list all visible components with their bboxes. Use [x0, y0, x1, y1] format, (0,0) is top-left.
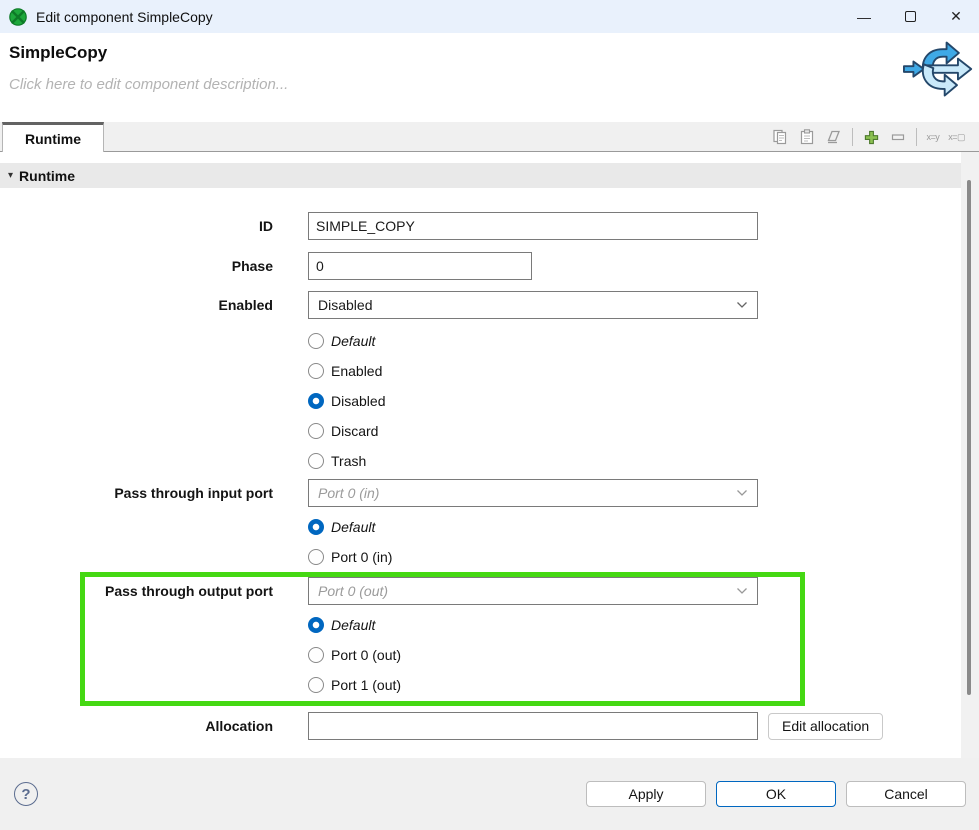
- output-port-label: Pass through output port: [85, 583, 273, 599]
- output-port-option-default[interactable]: Default: [308, 610, 800, 640]
- id-label: ID: [0, 218, 273, 234]
- radio-label[interactable]: Port 0 (out): [331, 647, 401, 663]
- radio-selected-icon[interactable]: [308, 617, 324, 633]
- input-port-dropdown[interactable]: Port 0 (in): [308, 479, 758, 507]
- radio-label[interactable]: Port 0 (in): [331, 549, 392, 565]
- radio-label[interactable]: Disabled: [331, 393, 385, 409]
- edit-component-dialog: Edit component SimpleCopy — ✕ SimpleCopy…: [0, 0, 979, 830]
- remove-icon[interactable]: [889, 128, 907, 146]
- enabled-option-enabled[interactable]: Enabled: [308, 356, 979, 386]
- allocation-input[interactable]: [308, 712, 758, 740]
- close-button[interactable]: ✕: [933, 0, 979, 33]
- close-icon: ✕: [950, 8, 962, 25]
- chevron-down-icon: [736, 489, 748, 497]
- chevron-down-icon: [736, 301, 748, 309]
- vertical-scrollbar[interactable]: [961, 152, 979, 758]
- section-runtime-header[interactable]: ▾ Runtime: [0, 163, 961, 188]
- spacer: [0, 152, 979, 163]
- input-port-dropdown-value: Port 0 (in): [318, 485, 379, 501]
- enabled-option-discard[interactable]: Discard: [308, 416, 979, 446]
- collapse-arrow-icon: ▾: [8, 170, 13, 181]
- chevron-down-icon: [736, 587, 748, 595]
- enabled-dropdown[interactable]: Disabled: [308, 291, 758, 319]
- phase-row: Phase: [0, 252, 979, 280]
- phase-label: Phase: [0, 258, 273, 274]
- apply-button[interactable]: Apply: [586, 781, 706, 807]
- allocation-label: Allocation: [0, 718, 273, 734]
- component-description-placeholder[interactable]: Click here to edit component description…: [9, 76, 979, 93]
- titlebar: Edit component SimpleCopy — ✕: [0, 0, 979, 33]
- properties-toolbar: x=y x=▢: [771, 128, 979, 151]
- radio-label[interactable]: Trash: [331, 453, 366, 469]
- open-value-editor-label: x=▢: [948, 132, 965, 143]
- radio-icon[interactable]: [308, 453, 324, 469]
- tab-runtime-label: Runtime: [25, 131, 81, 147]
- toolbar-separator: [916, 128, 917, 146]
- tab-bar: Runtime x=y x=▢: [0, 122, 979, 152]
- radio-selected-icon[interactable]: [308, 393, 324, 409]
- tab-runtime[interactable]: Runtime: [2, 122, 104, 152]
- radio-label[interactable]: Port 1 (out): [331, 677, 401, 693]
- paste-icon[interactable]: [798, 128, 816, 146]
- simple-value-label: x=y: [926, 132, 939, 142]
- output-port-option-port1[interactable]: Port 1 (out): [308, 670, 800, 700]
- output-port-dropdown-value: Port 0 (out): [318, 583, 388, 599]
- copy-icon[interactable]: [771, 128, 789, 146]
- add-icon[interactable]: [862, 128, 880, 146]
- enabled-dropdown-value: Disabled: [318, 297, 372, 313]
- radio-label[interactable]: Default: [331, 333, 375, 349]
- enabled-option-default[interactable]: Default: [308, 326, 979, 356]
- phase-input[interactable]: [308, 252, 532, 280]
- radio-icon[interactable]: [308, 647, 324, 663]
- id-input[interactable]: [308, 212, 758, 240]
- radio-label[interactable]: Default: [331, 519, 375, 535]
- maximize-button[interactable]: [887, 0, 933, 33]
- allocation-row: Allocation Edit allocation: [0, 712, 979, 740]
- minimize-button[interactable]: —: [841, 0, 887, 33]
- question-icon: ?: [21, 786, 30, 803]
- output-port-row: Pass through output port Port 0 (out): [85, 577, 800, 605]
- id-row: ID: [0, 212, 979, 240]
- scrollbar-thumb[interactable]: [967, 180, 971, 695]
- enabled-label: Enabled: [0, 297, 273, 313]
- enabled-row: Enabled Disabled: [0, 291, 979, 319]
- dialog-footer: ? Apply OK Cancel: [0, 758, 979, 830]
- component-header: SimpleCopy Click here to edit component …: [0, 33, 979, 122]
- radio-icon[interactable]: [308, 549, 324, 565]
- enabled-option-disabled[interactable]: Disabled: [308, 386, 979, 416]
- input-port-label: Pass through input port: [0, 485, 273, 501]
- radio-label[interactable]: Default: [331, 617, 375, 633]
- radio-label[interactable]: Discard: [331, 423, 378, 439]
- edit-allocation-button[interactable]: Edit allocation: [768, 713, 883, 740]
- help-button[interactable]: ?: [14, 782, 38, 806]
- input-port-row: Pass through input port Port 0 (in): [0, 479, 979, 507]
- enabled-option-trash[interactable]: Trash: [308, 446, 979, 476]
- cancel-button[interactable]: Cancel: [846, 781, 966, 807]
- output-port-option-port0[interactable]: Port 0 (out): [308, 640, 800, 670]
- radio-icon[interactable]: [308, 333, 324, 349]
- clover-app-icon: [9, 8, 27, 26]
- maximize-icon: [905, 11, 916, 22]
- section-title: Runtime: [19, 168, 75, 184]
- simplecopy-icon: [903, 36, 975, 104]
- radio-icon[interactable]: [308, 423, 324, 439]
- minimize-icon: —: [857, 9, 871, 25]
- highlight-box: Pass through output port Port 0 (out) De…: [80, 572, 805, 706]
- radio-icon[interactable]: [308, 363, 324, 379]
- input-port-option-default[interactable]: Default: [308, 512, 979, 542]
- output-port-dropdown[interactable]: Port 0 (out): [308, 577, 758, 605]
- radio-selected-icon[interactable]: [308, 519, 324, 535]
- window-title: Edit component SimpleCopy: [36, 9, 213, 25]
- input-port-option-port0[interactable]: Port 0 (in): [308, 542, 979, 572]
- ok-button[interactable]: OK: [716, 781, 836, 807]
- clear-value-icon[interactable]: [825, 128, 843, 146]
- radio-icon[interactable]: [308, 677, 324, 693]
- simple-value-icon[interactable]: x=y: [926, 128, 939, 146]
- toolbar-separator: [852, 128, 853, 146]
- radio-label[interactable]: Enabled: [331, 363, 382, 379]
- open-value-editor-icon[interactable]: x=▢: [948, 128, 965, 146]
- runtime-form: ID Phase Enabled Disabled Default Enable…: [0, 188, 979, 758]
- component-name: SimpleCopy: [9, 43, 979, 63]
